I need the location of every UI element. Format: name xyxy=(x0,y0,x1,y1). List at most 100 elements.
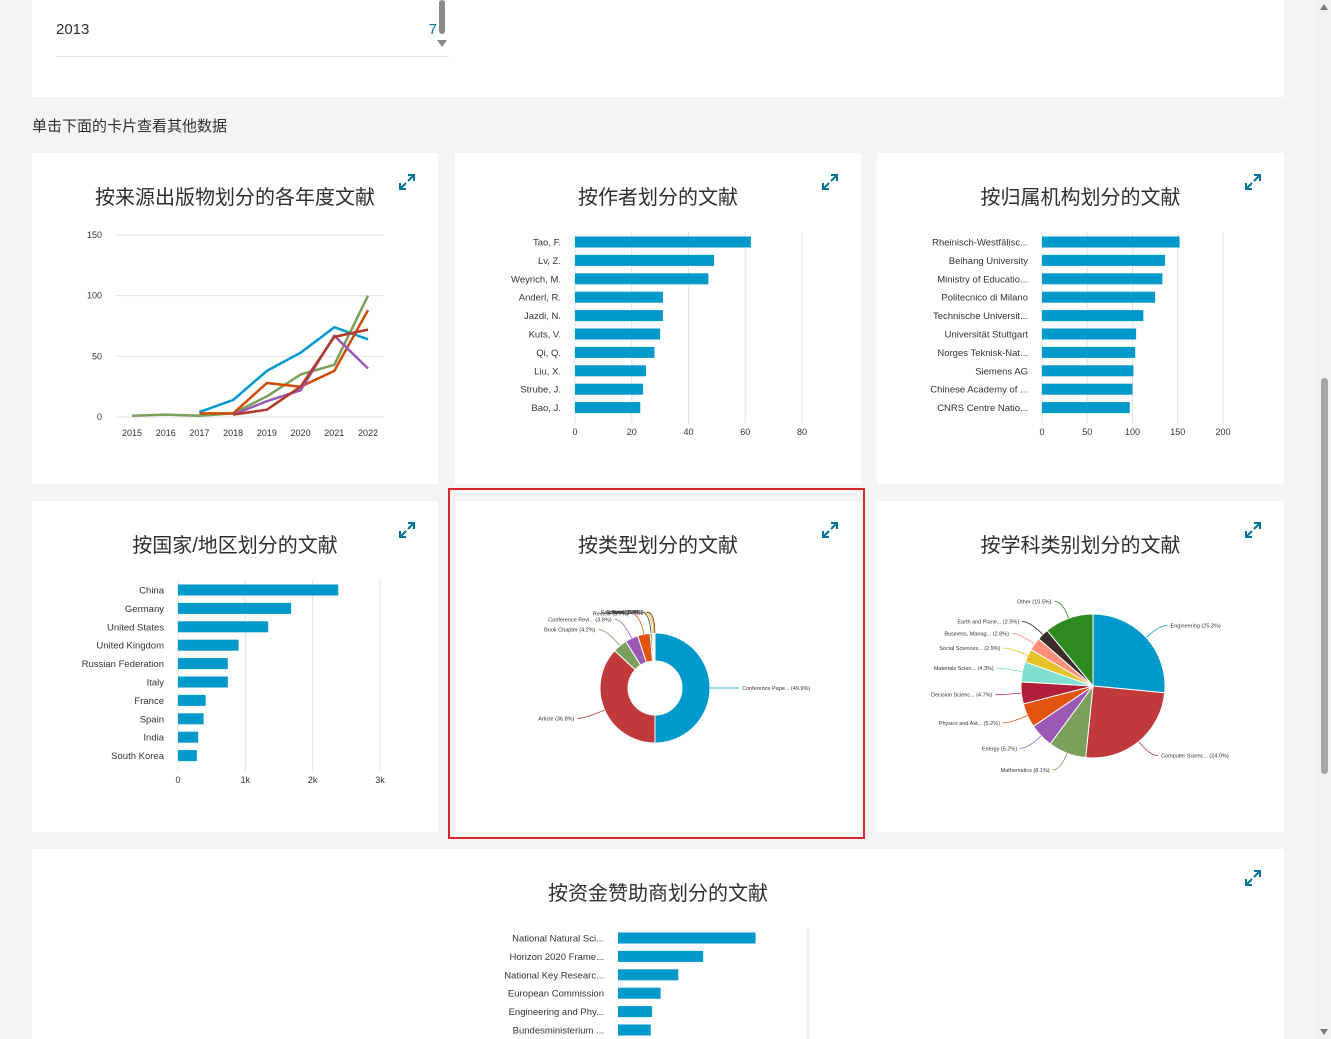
bar xyxy=(1042,383,1133,395)
by-country-chart: 0 1k 2k 3k China Germany United States United K… xyxy=(82,580,385,785)
bar xyxy=(1042,291,1156,303)
bar xyxy=(575,402,641,414)
bar xyxy=(575,273,709,285)
category-label: Italy xyxy=(147,678,165,689)
callout-line xyxy=(577,709,605,719)
list-scrollbar[interactable] xyxy=(437,0,447,50)
bar xyxy=(1042,310,1144,322)
bar xyxy=(178,621,269,633)
category-label: Beihang University xyxy=(949,256,1028,267)
category-label: Horizon 2020 Frame... xyxy=(509,952,604,963)
callout-line xyxy=(643,611,653,634)
bar xyxy=(618,1024,651,1036)
card-by-country[interactable]: 按国家/地区划分的文献 0 1k 2k 3k China Germany United St… xyxy=(32,501,438,832)
bar xyxy=(1042,346,1136,358)
pie-slice xyxy=(599,649,656,744)
bar xyxy=(575,254,715,266)
tick-label: 100 xyxy=(87,291,102,301)
tick-label: 0 xyxy=(97,412,102,422)
year-list-panel: 2013 7 xyxy=(32,0,1284,97)
tick-label: 100 xyxy=(1125,427,1140,437)
scroll-up-icon[interactable] xyxy=(1320,4,1328,10)
slice-label: Earth and Plane... (2.5%) xyxy=(957,620,1019,626)
callout-line xyxy=(1054,600,1069,619)
page-scrollbar[interactable] xyxy=(1317,0,1331,1039)
category-label: South Korea xyxy=(111,751,165,762)
category-label: National Natural Sci... xyxy=(512,934,604,945)
category-label: Russian Federation xyxy=(82,659,164,670)
page-scrollbar-thumb[interactable] xyxy=(1321,378,1328,774)
bar xyxy=(178,731,199,743)
category-label: Bundesministerium ... xyxy=(513,1026,604,1037)
tick-label: 50 xyxy=(92,351,102,361)
slice-label: Decision Scienc... (4.7%) xyxy=(931,693,993,699)
tick-label: 0 xyxy=(572,427,577,437)
category-label: Bao, J. xyxy=(531,403,561,414)
pie-slice xyxy=(654,632,711,744)
by-subject-chart: Engineering (25.3%) Computer Scienc... (2… xyxy=(931,599,1229,774)
tick-label: 150 xyxy=(1170,427,1185,437)
bar xyxy=(575,383,644,395)
bar xyxy=(178,602,292,614)
bar xyxy=(178,694,206,706)
category-label: Spain xyxy=(140,714,164,725)
slice-label: Business, Manag... (2.8%) xyxy=(944,631,1009,637)
slice-label: Conference Pape... (49.9%) xyxy=(742,686,810,692)
slice-label: Engineering (25.3%) xyxy=(1171,623,1221,629)
bar xyxy=(1042,254,1166,266)
list-scrollbar-thumb[interactable] xyxy=(439,0,445,34)
tick-label: 2021 xyxy=(324,428,344,438)
bar xyxy=(1042,402,1130,414)
callout-line xyxy=(614,618,632,639)
tick-label: 2016 xyxy=(156,428,176,438)
card-by-funder[interactable]: 按资金赞助商划分的文献 National Natural Sci... Horiz… xyxy=(32,849,1284,1039)
cards-hint: 单击下面的卡片查看其他数据 xyxy=(32,118,228,135)
bar xyxy=(618,987,661,999)
callout-line xyxy=(1022,621,1044,635)
year-count-link[interactable]: 7 xyxy=(429,21,437,38)
bar xyxy=(1042,273,1163,285)
category-label: Kuts, V. xyxy=(529,330,561,341)
pie-slice xyxy=(1092,613,1166,694)
tick-label: 40 xyxy=(683,427,693,437)
tick-label: 0 xyxy=(175,775,180,785)
tick-label: 2015 xyxy=(122,428,142,438)
card-by-type[interactable]: 按类型划分的文献 Conference Pape... (49.9%) Artic… xyxy=(455,501,861,832)
callout-line xyxy=(995,692,1022,696)
scroll-down-icon[interactable] xyxy=(437,40,447,47)
tick-label: 2k xyxy=(308,775,318,785)
category-label: Tao, F. xyxy=(533,238,561,249)
category-label: European Commission xyxy=(508,989,604,1000)
category-label: Ministry of Educatio... xyxy=(937,274,1028,285)
tick-label: 2020 xyxy=(291,428,311,438)
card-by-author[interactable]: 按作者划分的文献 0 20 40 60 80 Tao, F. Lv, Z. Weyrich, … xyxy=(455,153,861,484)
category-label: Lv, Z. xyxy=(538,256,561,267)
tick-label: 2019 xyxy=(257,428,277,438)
list-item[interactable]: 2013 7 xyxy=(56,0,449,57)
bar xyxy=(618,969,679,981)
category-label: Engineering and Phy... xyxy=(509,1007,604,1018)
by-type-chart: Conference Pape... (49.9%) Article (36.8%… xyxy=(538,610,810,744)
tick-label: 200 xyxy=(1215,427,1230,437)
card-by-subject[interactable]: 按学科类别划分的文献 Engineering (25.3%) Computer S… xyxy=(877,501,1284,832)
bar xyxy=(178,584,339,596)
bar xyxy=(178,639,239,651)
slice-label: Conference Revi... (3.8%) xyxy=(548,617,611,623)
callout-line xyxy=(1138,741,1159,756)
category-label: France xyxy=(134,696,164,707)
category-label: Liu, X. xyxy=(534,366,561,377)
bar xyxy=(575,328,661,340)
slice-label: Other (10.5%) xyxy=(1017,599,1052,605)
card-by-affiliation[interactable]: 按归属机构划分的文献 0 50 100 150 200 Rheinisch-Westfäl… xyxy=(877,153,1284,484)
card-year-by-source[interactable]: 按来源出版物划分的各年度文献 0 50 100 150 2015 2016 2017 2018… xyxy=(32,153,438,484)
bar xyxy=(618,950,704,962)
pie-slice xyxy=(1085,685,1166,759)
tick-label: 50 xyxy=(1082,427,1092,437)
scroll-down-icon[interactable] xyxy=(1320,1029,1328,1035)
callout-line xyxy=(1003,647,1028,656)
by-funder-chart: National Natural Sci... Horizon 2020 Fram… xyxy=(504,928,809,1039)
category-label: CNRS Centre Natio... xyxy=(937,403,1028,414)
bar xyxy=(178,750,197,762)
category-label: National Key Researc... xyxy=(504,970,604,981)
slice-label: Physics and Ast... (5.2%) xyxy=(939,721,1000,727)
